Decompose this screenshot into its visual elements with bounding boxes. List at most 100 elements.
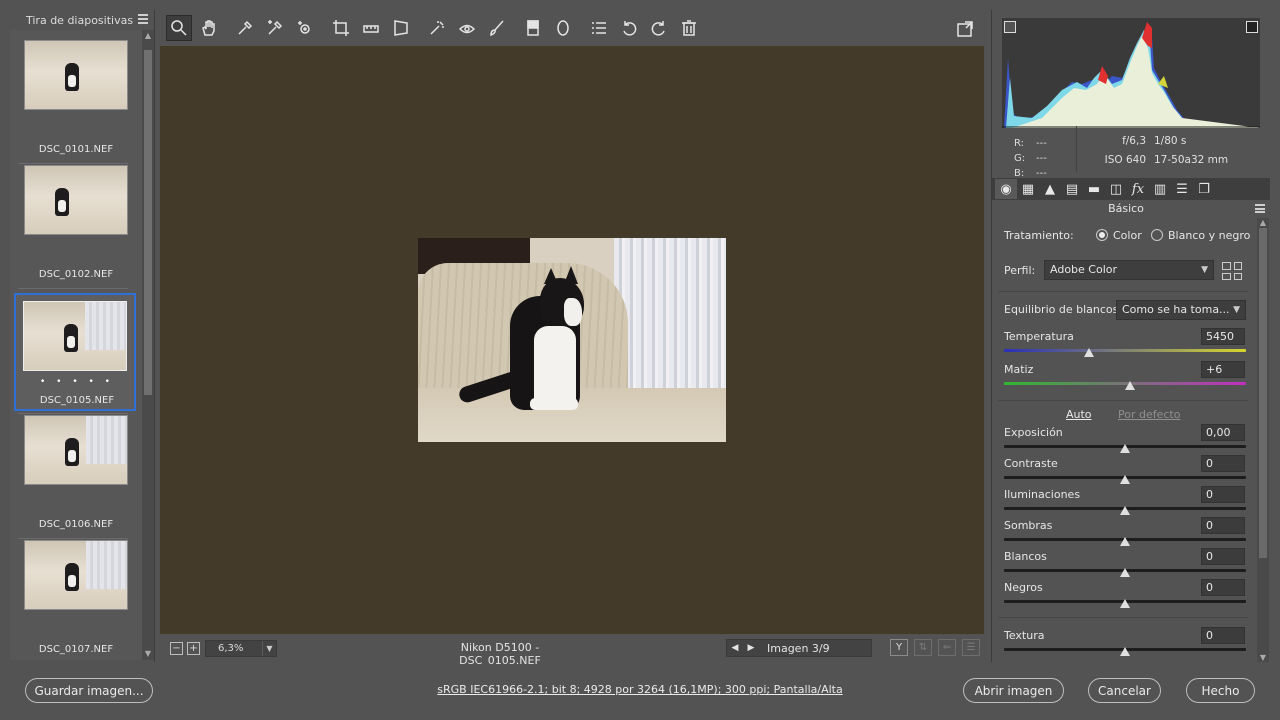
- adjustment-brush-icon[interactable]: [484, 15, 510, 41]
- blacks-slider-handle[interactable]: [1120, 599, 1130, 608]
- tint-slider-handle[interactable]: [1124, 381, 1135, 390]
- radial-filter-icon[interactable]: [550, 15, 576, 41]
- delete-icon[interactable]: [676, 15, 702, 41]
- treatment-bw-option[interactable]: Blanco y negro: [1151, 229, 1250, 242]
- presets-list-icon[interactable]: [586, 15, 612, 41]
- thumbnail: [24, 415, 128, 485]
- temperature-slider[interactable]: [1004, 349, 1246, 352]
- scroll-down-icon[interactable]: ▼: [1259, 653, 1267, 662]
- rotate-right-icon[interactable]: [646, 15, 672, 41]
- zoom-in-button[interactable]: +: [187, 642, 200, 655]
- filmstrip-header: Tira de diapositivas: [10, 10, 154, 30]
- filmstrip-menu-icon[interactable]: [138, 14, 148, 24]
- temperature-slider-handle[interactable]: [1083, 348, 1094, 357]
- radio-selected-icon[interactable]: [1096, 229, 1108, 241]
- presets-tab-icon[interactable]: ☰: [1171, 179, 1193, 199]
- white-balance-icon[interactable]: [232, 15, 258, 41]
- fullscreen-icon[interactable]: [952, 16, 978, 42]
- done-button[interactable]: Hecho: [1186, 678, 1255, 703]
- color-sampler-icon[interactable]: [262, 15, 288, 41]
- auto-link[interactable]: Auto: [1066, 408, 1092, 421]
- profile-browser-icon[interactable]: [1222, 262, 1242, 280]
- open-image-button[interactable]: Abrir imagen: [963, 678, 1064, 703]
- treatment-color-option[interactable]: Color: [1096, 229, 1142, 242]
- temperature-input[interactable]: 5450: [1201, 328, 1245, 345]
- highlights-input[interactable]: 0: [1201, 486, 1245, 503]
- detail-tab-icon[interactable]: ▲: [1039, 179, 1061, 199]
- exposure-input[interactable]: 0,00: [1201, 424, 1245, 441]
- zoom-out-button[interactable]: −: [170, 642, 183, 655]
- aperture: f/6,3: [1122, 135, 1146, 147]
- target-adjust-icon[interactable]: [292, 15, 318, 41]
- spot-removal-icon[interactable]: [424, 15, 450, 41]
- chevron-down-icon[interactable]: ▼: [262, 641, 276, 656]
- next-image-icon[interactable]: ▶: [743, 643, 759, 653]
- copy-settings-icon[interactable]: ⇐: [938, 639, 956, 656]
- image-counter: Imagen 3/9: [767, 641, 830, 655]
- previous-image-icon[interactable]: ◀: [727, 643, 743, 653]
- snapshots-tab-icon[interactable]: ❐: [1193, 179, 1215, 199]
- filmstrip-item[interactable]: DSC_0101.NEF: [15, 30, 137, 155]
- rating-dots[interactable]: • • • • •: [16, 377, 138, 387]
- before-after-icon[interactable]: Y: [890, 639, 908, 656]
- red-eye-icon[interactable]: [454, 15, 480, 41]
- radio-icon[interactable]: [1151, 229, 1163, 241]
- whites-label: Blancos: [1004, 550, 1047, 563]
- g-label: G:: [1014, 153, 1026, 164]
- treatment-color-label: Color: [1113, 229, 1142, 242]
- profile-select[interactable]: Adobe Color ▼: [1044, 260, 1214, 280]
- scroll-thumb[interactable]: [1259, 228, 1267, 558]
- texture-slider-handle[interactable]: [1120, 647, 1130, 656]
- cancel-button[interactable]: Cancelar: [1088, 678, 1161, 703]
- hand-icon[interactable]: [196, 15, 222, 41]
- rotate-left-icon[interactable]: [616, 15, 642, 41]
- effects-tab-icon[interactable]: fx: [1127, 179, 1149, 199]
- contrast-slider-handle[interactable]: [1120, 475, 1130, 484]
- filmstrip-item-name: DSC_0101.NEF: [38, 144, 114, 155]
- panel-menu-icon[interactable]: [1255, 204, 1265, 213]
- zoom-select[interactable]: 6,3% ▼: [205, 640, 277, 657]
- r-label: R:: [1014, 138, 1025, 149]
- swap-settings-icon[interactable]: ⇅: [914, 639, 932, 656]
- straighten-icon[interactable]: [358, 15, 384, 41]
- split-toning-tab-icon[interactable]: ▬: [1083, 179, 1105, 199]
- whites-slider-handle[interactable]: [1120, 568, 1130, 577]
- thumbnail: [23, 301, 127, 371]
- image-canvas[interactable]: [160, 46, 984, 634]
- scroll-up-icon[interactable]: ▲: [1259, 218, 1267, 227]
- highlight-clipping-icon[interactable]: [1246, 21, 1258, 33]
- highlights-slider-handle[interactable]: [1120, 506, 1130, 515]
- shadows-slider-handle[interactable]: [1120, 537, 1130, 546]
- zoom-icon[interactable]: [166, 15, 192, 41]
- crop-icon[interactable]: [328, 15, 354, 41]
- filmstrip-item[interactable]: DSC_0102.NEF: [15, 155, 137, 280]
- filmstrip-item[interactable]: DSC_0106.NEF: [15, 405, 137, 530]
- lens-corrections-tab-icon[interactable]: ◫: [1105, 179, 1127, 199]
- panel-scrollbar[interactable]: ▲ ▼: [1257, 218, 1269, 662]
- graduated-filter-icon[interactable]: [520, 15, 546, 41]
- toggle-settings-icon[interactable]: ☰: [962, 639, 980, 656]
- shadows-input[interactable]: 0: [1201, 517, 1245, 534]
- shadow-clipping-icon[interactable]: [1004, 21, 1016, 33]
- white-balance-select[interactable]: Como se ha toma... ▼: [1116, 300, 1246, 320]
- filmstrip-scrollbar[interactable]: ▲ ▼: [142, 30, 154, 660]
- whites-input[interactable]: 0: [1201, 548, 1245, 565]
- contrast-input[interactable]: 0: [1201, 455, 1245, 472]
- tone-curve-tab-icon[interactable]: ▦: [1017, 179, 1039, 199]
- filmstrip-item-selected[interactable]: • • • • • DSC_0105.NEF: [14, 293, 136, 411]
- tint-input[interactable]: +6: [1201, 361, 1245, 378]
- scroll-thumb[interactable]: [144, 50, 152, 395]
- hsl-tab-icon[interactable]: ▤: [1061, 179, 1083, 199]
- transform-icon[interactable]: [388, 15, 414, 41]
- basic-tab-icon[interactable]: ◉: [995, 179, 1017, 199]
- filmstrip-item[interactable]: DSC_0107.NEF: [15, 530, 137, 655]
- texture-input[interactable]: 0: [1201, 627, 1245, 644]
- preview-image[interactable]: [418, 238, 726, 442]
- blacks-input[interactable]: 0: [1201, 579, 1245, 596]
- filmstrip-item-name: DSC_0107.NEF: [38, 644, 114, 655]
- exposure-slider-handle[interactable]: [1120, 444, 1130, 453]
- scroll-up-icon[interactable]: ▲: [144, 32, 152, 40]
- default-link[interactable]: Por defecto: [1118, 408, 1180, 421]
- camera-calibration-tab-icon[interactable]: ▥: [1149, 179, 1171, 199]
- scroll-down-icon[interactable]: ▼: [144, 650, 152, 658]
